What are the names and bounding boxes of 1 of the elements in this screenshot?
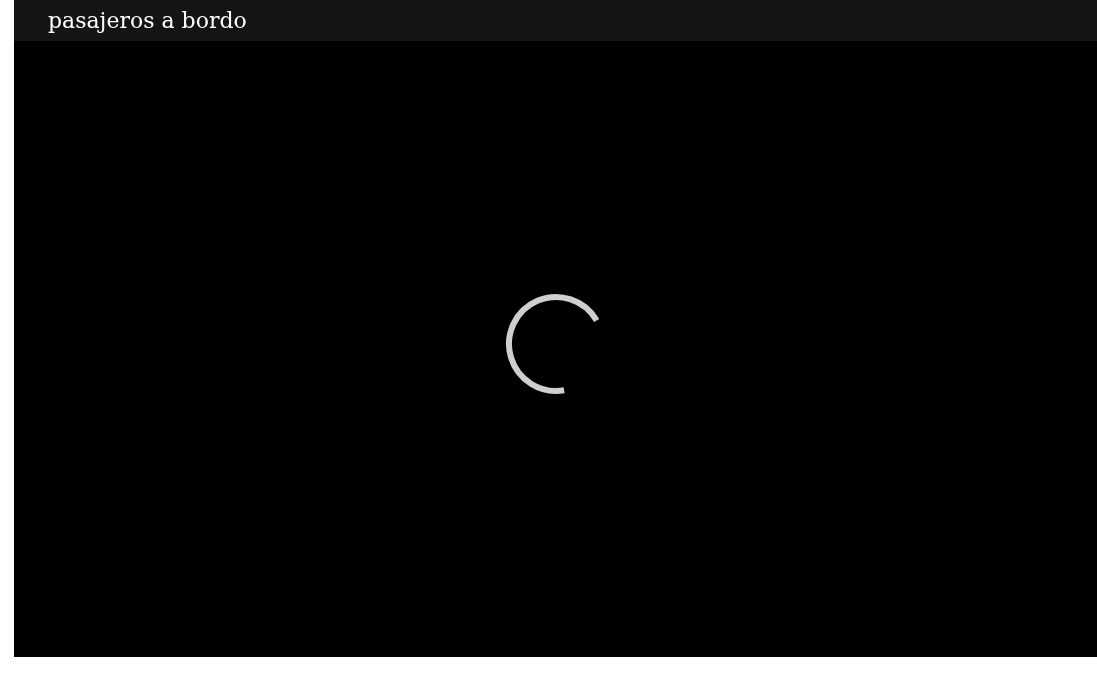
video-title: pasajeros a bordo <box>48 8 247 33</box>
